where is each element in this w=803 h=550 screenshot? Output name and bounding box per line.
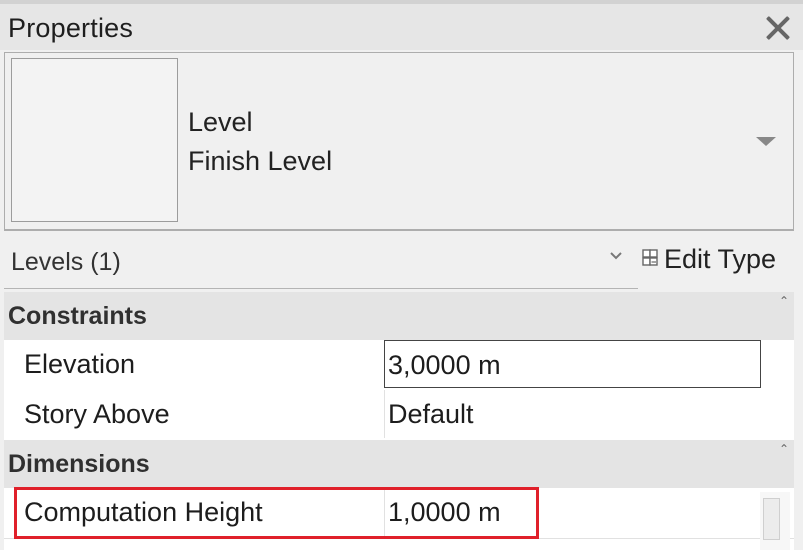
property-label: Elevation [24,349,136,379]
vertical-scrollbar[interactable] [760,492,790,550]
title-bar: Properties [0,4,803,50]
type-family-label: Level [188,107,253,137]
property-label: Computation Height [24,497,263,527]
property-row-computation-height: Computation Height 1,0000 m [4,488,794,539]
story-above-field[interactable]: Default [384,390,759,438]
collapse-icon[interactable]: ⌃ [779,442,789,456]
panel-title: Properties [8,13,134,43]
section-title: Constraints [8,302,147,330]
collapse-icon[interactable]: ⌃ [779,294,789,308]
close-icon[interactable] [762,12,794,44]
type-preview-thumbnail [11,58,178,222]
elevation-input[interactable]: 3,0000 m [384,340,761,388]
edit-type-icon [642,249,658,266]
property-row-elevation: Elevation 3,0000 m [4,340,794,391]
chevron-down-icon [610,252,622,260]
property-value: 3,0000 m [388,350,501,380]
edit-type-label: Edit Type [664,244,777,274]
property-grid: Constraints ⌃ Elevation 3,0000 m Story A… [4,292,794,550]
scrollbar-thumb[interactable] [763,498,780,540]
section-header-dimensions[interactable]: Dimensions ⌃ [4,440,794,488]
instance-filter-label: Levels (1) [11,248,121,276]
property-value: 1,0000 m [388,497,501,527]
triangle-down-icon[interactable] [756,137,776,146]
edit-type-button[interactable]: Edit Type [640,242,790,278]
section-title: Dimensions [8,450,150,478]
computation-height-field[interactable]: 1,0000 m [384,488,759,536]
section-header-constraints[interactable]: Constraints ⌃ [4,292,794,340]
property-value: Default [388,399,474,429]
properties-panel: Properties Level Finish Level Levels (1)… [0,0,803,550]
property-label: Story Above [24,399,170,429]
property-row-story-above: Story Above Default [4,390,794,441]
instance-filter-row: Levels (1) Edit Type [0,232,803,290]
type-selector[interactable]: Level Finish Level [4,52,794,231]
instance-filter-dropdown[interactable]: Levels (1) [4,232,638,289]
type-name-label: Finish Level [188,146,333,176]
